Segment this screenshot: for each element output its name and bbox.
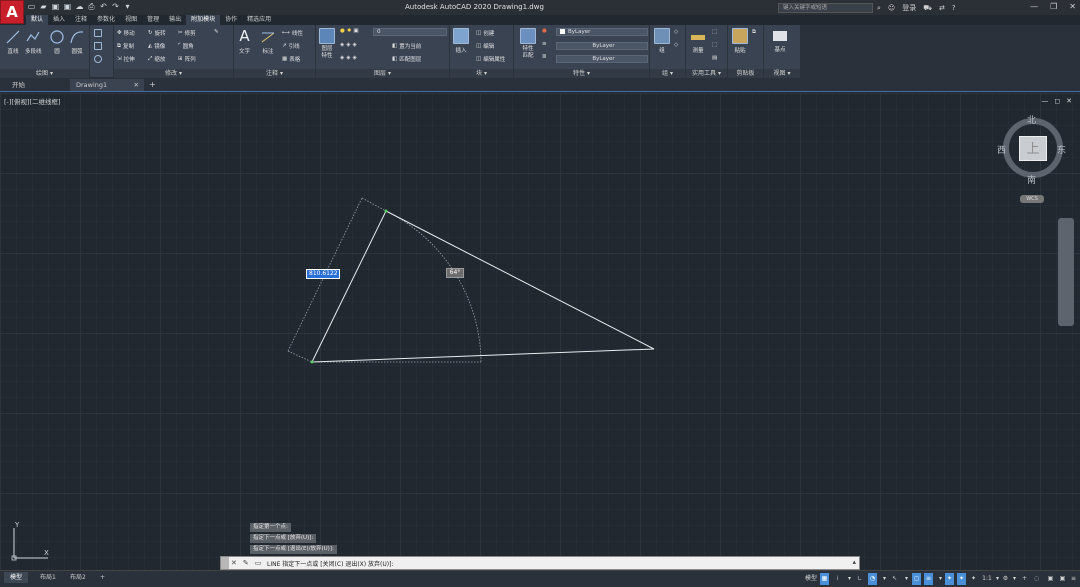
ucs-x-label: X [44, 549, 49, 557]
annotation-monitor-icon[interactable]: + [1020, 573, 1029, 585]
command-history-line: 指定下一点或 [放弃(U)]: [250, 534, 317, 543]
osnap-track-icon[interactable]: ▾ [902, 573, 911, 585]
navigation-bar[interactable] [1058, 218, 1074, 326]
command-prompt-icon[interactable]: ▭ [255, 559, 262, 567]
annotation-visibility-icon[interactable]: ✦ [945, 573, 954, 585]
tab-layout1[interactable]: 布局1 [34, 572, 62, 583]
model-space-button[interactable]: 模型 [803, 573, 819, 585]
grid-icon[interactable]: ▦ [820, 573, 829, 585]
snap-dropdown-icon[interactable]: ▾ [845, 573, 854, 585]
drawing-geometry [287, 197, 655, 364]
command-history-line: 指定第一个点: [250, 523, 291, 532]
compass-north[interactable]: 北 [1027, 113, 1036, 126]
dimension-extension-line-bottom [287, 350, 313, 363]
compass-west[interactable]: 西 [997, 143, 1006, 156]
customize-command-icon[interactable]: ✎ [243, 559, 249, 567]
isodraft-icon[interactable]: ↖ [890, 573, 899, 585]
dynamic-angle-input[interactable]: 64° [446, 268, 464, 278]
viewcube[interactable]: 上 北 南 东 西 [997, 113, 1068, 193]
triangle-edge-bottom[interactable] [311, 348, 655, 363]
osnap-icon[interactable]: ◻ [912, 573, 921, 585]
status-bar: 模型 布局1 布局2 + 模型 ▦ ⁞ ▾ ∟ ◔ ▾ ↖ ▾ ◻ ≡ ▾ ✦ … [0, 570, 1080, 587]
tab-layout2[interactable]: 布局2 [64, 572, 92, 583]
command-line-grip[interactable] [221, 557, 229, 569]
triangle-edge-top[interactable] [385, 210, 655, 350]
isolate-objects-icon[interactable]: ▣ [1046, 573, 1055, 585]
workspace-gear-icon[interactable]: ⚙ [1001, 573, 1010, 585]
ucs-y-label: Y [15, 521, 20, 529]
add-layout-icon[interactable]: + [94, 572, 111, 583]
auto-scale-icon[interactable]: ✦ [957, 573, 966, 585]
command-line[interactable]: ✕ ✎ ▭ LINE 指定下一点或 [关闭(C) 退出(X) 放弃(U)]: ▴ [220, 556, 860, 570]
dynamic-length-input[interactable]: 810.6122 [306, 269, 340, 279]
viewcube-top-face[interactable]: 上 [1019, 136, 1047, 161]
compass-east[interactable]: 东 [1057, 143, 1066, 156]
dimension-extension-line-top [361, 197, 387, 212]
close-command-icon[interactable]: ✕ [231, 559, 237, 567]
units-icon[interactable]: ◌ [1032, 573, 1041, 585]
angle-arc [385, 210, 482, 363]
command-history-line: 指定下一点或 [退出(E)/放弃(U)]: [250, 545, 337, 554]
tab-model[interactable]: 模型 [4, 572, 29, 583]
ortho-icon[interactable]: ∟ [855, 573, 864, 585]
polar-icon[interactable]: ◔ [868, 573, 877, 585]
triangle-edge-left[interactable] [311, 210, 387, 363]
clean-screen-icon[interactable]: ▣ [1058, 573, 1067, 585]
endpoint-marker [384, 209, 388, 213]
workspace-dropdown-icon[interactable]: ▾ [1010, 573, 1019, 585]
command-line-icons: ✕ ✎ ▭ [231, 559, 261, 567]
snap-icon[interactable]: ⁞ [833, 573, 842, 585]
lineweight-toggle-icon[interactable]: ≡ [924, 573, 933, 585]
selection-cycling-icon[interactable]: ▾ [936, 573, 945, 585]
compass-south[interactable]: 南 [1027, 173, 1036, 186]
annotation-scale-value[interactable]: 1:1 [981, 573, 993, 585]
app-logo[interactable]: A [0, 0, 24, 24]
polar-dropdown-icon[interactable]: ▾ [880, 573, 889, 585]
annotation-scale-icon[interactable]: ✦ [969, 573, 978, 585]
customization-icon[interactable]: ≡ [1069, 573, 1078, 585]
command-input[interactable]: LINE 指定下一点或 [关闭(C) 退出(X) 放弃(U)]: [267, 559, 393, 568]
endpoint-marker [310, 360, 314, 364]
autocad-window: ▭ ▰ ▣ ▣ ☁ ⎙ ↶ ↷ ▾ Autodesk AutoCAD 2020 … [0, 0, 1080, 587]
command-history-dropdown-icon[interactable]: ▴ [852, 558, 856, 566]
